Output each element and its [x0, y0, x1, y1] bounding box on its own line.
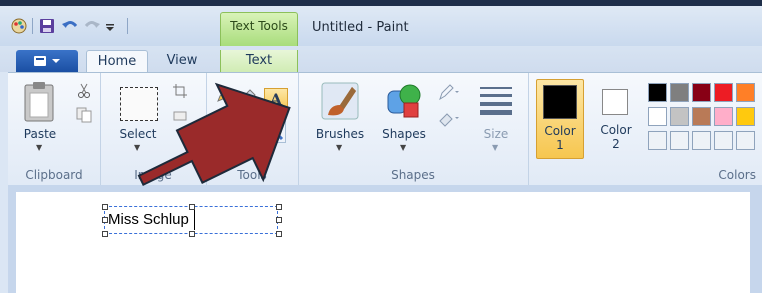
fill-shape-icon[interactable] — [438, 109, 460, 127]
outline-icon[interactable] — [438, 83, 460, 101]
paste-icon[interactable] — [22, 81, 56, 125]
color2-button[interactable]: Color 2 — [592, 79, 640, 159]
paste-dropdown-icon[interactable]: ▼ — [36, 143, 42, 152]
palette-custom-swatch[interactable] — [736, 131, 755, 150]
tab-text[interactable]: Text — [220, 50, 298, 72]
color2-swatch — [602, 89, 628, 115]
image-group-label: Image — [134, 168, 172, 182]
cut-icon[interactable] — [76, 83, 92, 99]
palette-custom-swatch[interactable] — [670, 131, 689, 150]
select-icon[interactable] — [120, 87, 158, 121]
copy-icon[interactable] — [76, 107, 92, 123]
palette-color-swatch[interactable] — [692, 83, 711, 102]
customize-qat-chevron-icon[interactable] — [105, 18, 121, 34]
group-shapes: Brushes ▼ Shapes ▼ Size ▼ Shapes — [298, 73, 529, 185]
undo-icon[interactable] — [61, 18, 78, 34]
paint-window: Text Tools Untitled - Paint Home View Te… — [0, 0, 762, 293]
tab-home[interactable]: Home — [86, 50, 148, 73]
group-tools: A Tools — [206, 73, 299, 185]
color1-button[interactable]: Color 1 — [536, 79, 584, 159]
save-icon[interactable] — [39, 18, 55, 34]
crop-icon[interactable] — [172, 83, 188, 99]
group-colors: Color 1 Color 2 Colors — [528, 73, 762, 185]
resize-handle[interactable] — [102, 231, 108, 237]
clipboard-group-label: Clipboard — [25, 168, 83, 182]
color2-label: Color 2 — [600, 123, 632, 151]
palette-color-swatch[interactable] — [648, 107, 667, 126]
shapes-group-label: Shapes — [391, 168, 435, 182]
palette-custom-swatch[interactable] — [648, 131, 667, 150]
quick-access-toolbar — [10, 16, 128, 36]
brushes-dropdown-icon[interactable]: ▼ — [336, 143, 342, 152]
paint-menu-button[interactable] — [16, 50, 78, 72]
palette-color-swatch[interactable] — [714, 83, 733, 102]
tools-group-label: Tools — [237, 168, 267, 182]
ribbon-home: Paste ▼ Clipboard Select ▼ Image A Tools… — [8, 72, 762, 186]
palette-color-swatch[interactable] — [670, 107, 689, 126]
palette-color-swatch[interactable] — [670, 83, 689, 102]
select-button[interactable]: Select — [116, 127, 160, 141]
brushes-button[interactable]: Brushes — [312, 127, 368, 141]
shapes-button[interactable]: Shapes — [376, 127, 432, 141]
size-button[interactable]: Size — [474, 127, 518, 141]
resize-handle[interactable] — [276, 217, 282, 223]
palette-color-swatch[interactable] — [714, 107, 733, 126]
resize-handle[interactable] — [102, 204, 108, 210]
text-tools-label: Text Tools — [230, 19, 288, 33]
shapes-icon[interactable] — [384, 81, 424, 121]
color1-swatch — [543, 85, 577, 119]
size-icon[interactable] — [478, 85, 514, 115]
color1-label: Color 1 — [544, 124, 576, 152]
group-image: Select ▼ Image — [100, 73, 207, 185]
text-cursor — [194, 210, 195, 230]
tab-view[interactable]: View — [152, 50, 212, 72]
text-tool-button[interactable]: A — [264, 88, 288, 112]
palette-color-swatch[interactable] — [736, 83, 755, 102]
palette-color-swatch[interactable] — [648, 83, 667, 102]
group-clipboard: Paste ▼ Clipboard — [8, 73, 101, 185]
paint-menu-icon — [34, 56, 60, 66]
resize-icon[interactable] — [172, 107, 188, 123]
qat-separator-2 — [127, 18, 128, 34]
fill-icon[interactable] — [242, 87, 258, 103]
redo-icon[interactable] — [83, 18, 100, 34]
brushes-icon[interactable] — [320, 81, 360, 121]
pencil-icon[interactable] — [216, 87, 232, 103]
magnifier-icon[interactable] — [264, 121, 286, 143]
palette-custom-swatch[interactable] — [714, 131, 733, 150]
qat-separator — [32, 18, 33, 34]
palette-color-swatch[interactable] — [736, 107, 755, 126]
color-picker-icon[interactable] — [242, 123, 258, 139]
resize-handle[interactable] — [276, 204, 282, 210]
palette-custom-swatch[interactable] — [692, 131, 711, 150]
colors-group-label: Colors — [718, 168, 756, 182]
text-box-content: Miss Schlup — [108, 211, 189, 228]
palette-color-swatch[interactable] — [692, 107, 711, 126]
resize-handle[interactable] — [189, 231, 195, 237]
paint-app-icon[interactable] — [10, 18, 27, 34]
select-dropdown-icon[interactable]: ▼ — [134, 143, 140, 152]
document-title: Untitled - Paint — [312, 20, 409, 35]
size-dropdown-icon[interactable]: ▼ — [492, 143, 498, 152]
shapes-dropdown-icon[interactable]: ▼ — [400, 143, 406, 152]
text-tools-context-header: Text Tools — [220, 12, 298, 47]
resize-handle[interactable] — [276, 231, 282, 237]
paste-button[interactable]: Paste — [18, 127, 62, 141]
